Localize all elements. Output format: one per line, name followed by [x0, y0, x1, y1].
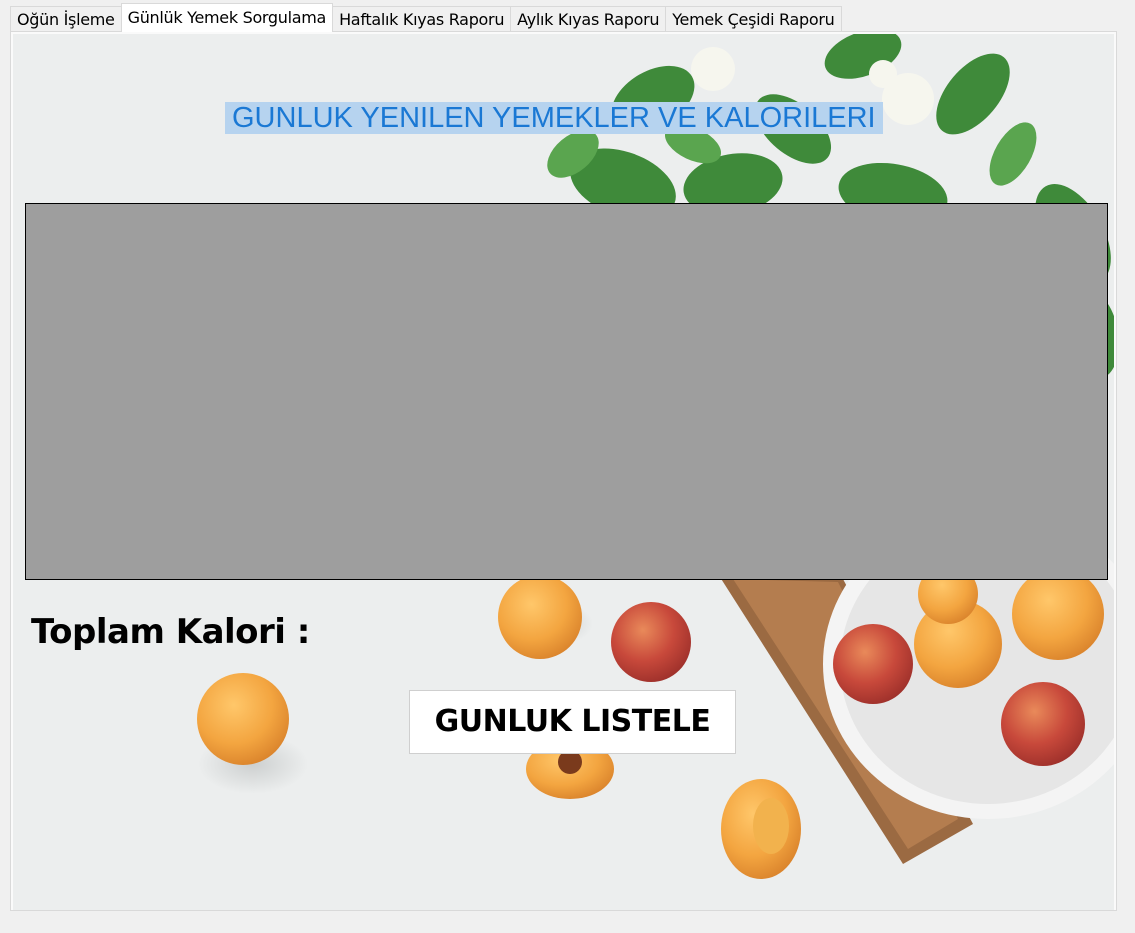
tab-aylik-kiyas-raporu[interactable]: Aylık Kıyas Raporu — [510, 6, 667, 32]
tab-strip: Oğün İşleme Günlük Yemek Sorgulama Hafta… — [10, 3, 842, 32]
tab-gunluk-yemek-sorgulama[interactable]: Günlük Yemek Sorgulama — [120, 3, 334, 32]
page-title: GUNLUK YENILEN YEMEKLER VE KALORILERI — [225, 102, 883, 134]
daily-meals-grid[interactable] — [25, 203, 1108, 580]
tab-yemek-cesidi-raporu[interactable]: Yemek Çeşidi Raporu — [665, 6, 842, 32]
total-calorie-label: Toplam Kalori : — [31, 612, 310, 652]
tab-panel: GUNLUK YENILEN YEMEKLER VE KALORILERI To… — [10, 31, 1117, 911]
tab-ogun-isleme[interactable]: Oğün İşleme — [10, 6, 122, 32]
tab-haftalik-kiyas-raporu[interactable]: Haftalık Kıyas Raporu — [332, 6, 512, 32]
background-image — [13, 34, 1114, 910]
daily-list-button[interactable]: GUNLUK LISTELE — [409, 690, 736, 754]
